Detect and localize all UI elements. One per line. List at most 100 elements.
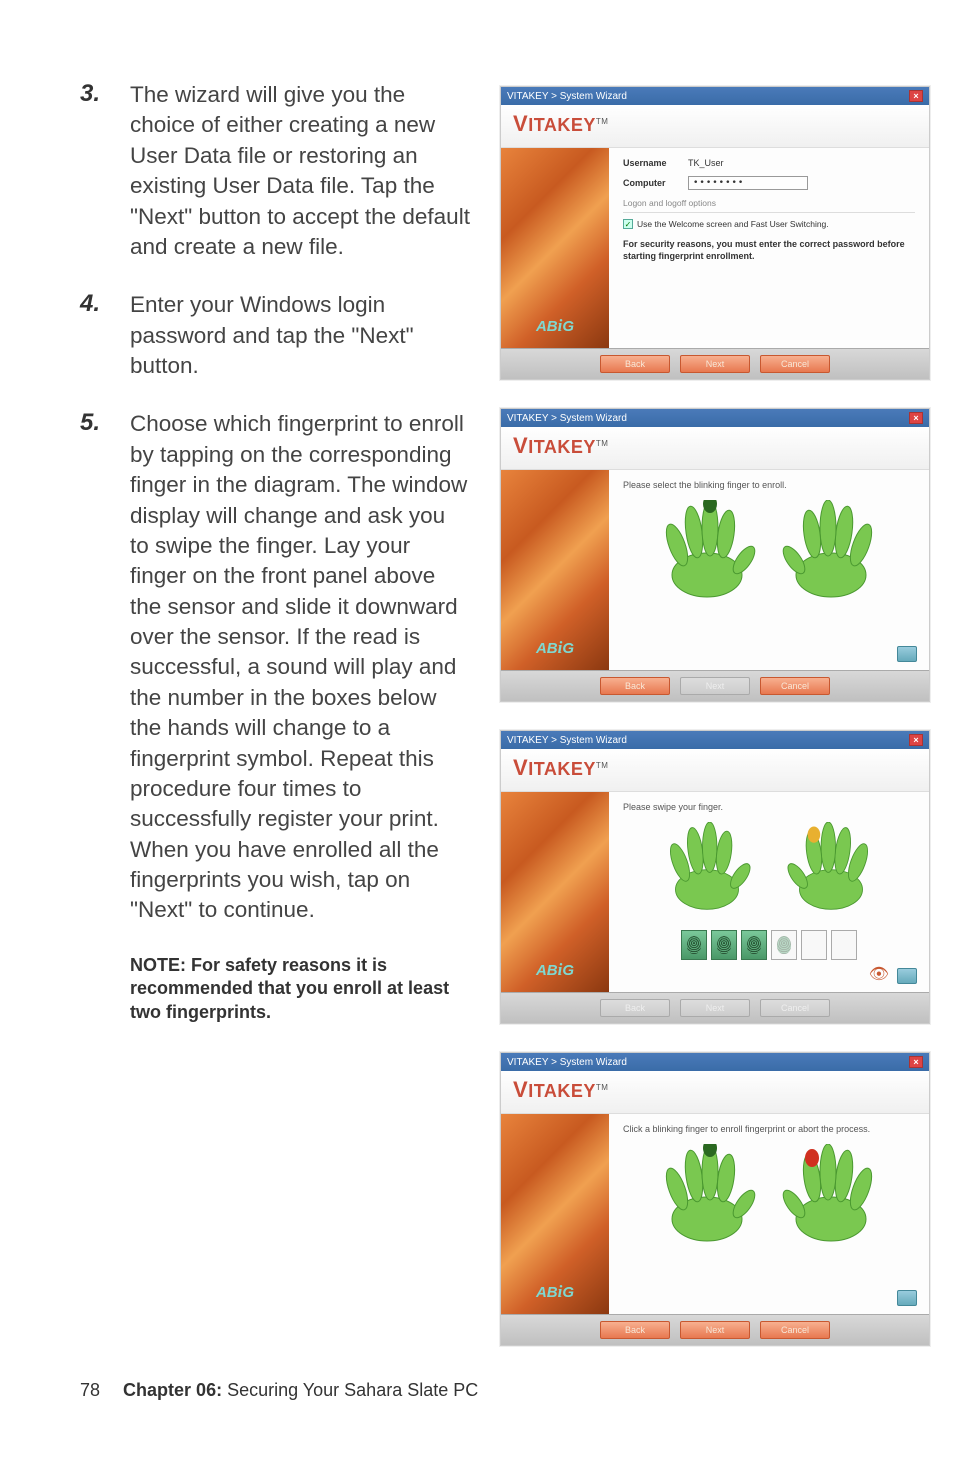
wizard-sidebar: ABiG	[501, 792, 609, 992]
wizard-main: Please select the blinking finger to enr…	[609, 470, 929, 670]
close-icon[interactable]: ×	[909, 90, 923, 102]
wizard-main: Click a blinking finger to enroll finger…	[609, 1114, 929, 1314]
checkbox-icon[interactable]: ✓	[623, 219, 633, 229]
step-5: 5. Choose which fingerprint to enroll by…	[80, 409, 470, 925]
back-button[interactable]: Back	[600, 355, 670, 373]
abig-logo: ABiG	[536, 960, 574, 980]
vitakey-logo: VITAKEYTM	[513, 437, 608, 457]
swipe-box-filled	[681, 930, 707, 960]
page-content: 3. The wizard will give you the choice o…	[80, 80, 874, 1346]
close-icon[interactable]: ×	[909, 1056, 923, 1068]
instruction-text: Please swipe your finger.	[623, 802, 915, 812]
close-icon[interactable]: ×	[909, 734, 923, 746]
wizard-header: VITAKEYTM	[501, 749, 929, 792]
fingerprint-icon	[777, 936, 791, 954]
wizard-title-text: VITAKEY > System Wizard	[507, 1057, 627, 1068]
abig-logo: ABiG	[536, 1282, 574, 1302]
instruction-text: Please select the blinking finger to enr…	[623, 480, 915, 490]
username-value: TK_User	[688, 158, 724, 168]
right-hand-icon[interactable]	[776, 822, 886, 912]
wizard-footer: Back Next Cancel	[501, 670, 929, 701]
right-hand-icon[interactable]	[776, 500, 886, 600]
wizard-sidebar: ABiG	[501, 148, 609, 348]
wizard-header: VITAKEYTM	[501, 105, 929, 148]
next-button[interactable]: Next	[680, 1321, 750, 1339]
swipe-box-empty	[801, 930, 827, 960]
wizard-footer: Back Next Cancel	[501, 992, 929, 1023]
wizard-titlebar: VITAKEY > System Wizard ×	[501, 409, 929, 427]
wizard-sidebar: ABiG	[501, 1114, 609, 1314]
hands-diagram[interactable]	[623, 822, 915, 912]
next-button[interactable]: Next	[680, 999, 750, 1017]
wizard-body: ABiG Please swipe your finger.	[501, 792, 929, 992]
cancel-button[interactable]: Cancel	[760, 677, 830, 695]
wizard-main: Username TK_User Computer •••••••• Logon…	[609, 148, 929, 348]
screenshots-column: VITAKEY > System Wizard × VITAKEYTM ABiG…	[500, 80, 930, 1346]
right-hand-icon[interactable]	[776, 1144, 886, 1244]
back-button[interactable]: Back	[600, 999, 670, 1017]
next-button[interactable]: Next	[680, 677, 750, 695]
left-hand-icon[interactable]	[652, 1144, 762, 1244]
wizard-header: VITAKEYTM	[501, 1071, 929, 1114]
page-number: 78	[80, 1380, 100, 1400]
close-icon[interactable]: ×	[909, 412, 923, 424]
options-legend: Logon and logoff options	[623, 198, 915, 208]
back-button[interactable]: Back	[600, 1321, 670, 1339]
chapter-label: Chapter 06:	[123, 1380, 222, 1400]
password-input[interactable]: ••••••••	[688, 176, 808, 190]
wizard-screenshot-select-finger: VITAKEY > System Wizard × VITAKEYTM ABiG…	[500, 408, 930, 702]
fingerprint-icon	[687, 936, 701, 954]
step-text: The wizard will give you the choice of e…	[130, 80, 470, 262]
wizard-footer: Back Next Cancel	[501, 1314, 929, 1345]
cancel-button[interactable]: Cancel	[760, 999, 830, 1017]
left-hand-icon[interactable]	[652, 500, 762, 600]
wizard-title-text: VITAKEY > System Wizard	[507, 413, 627, 424]
eye-icon[interactable]: 👁	[869, 964, 889, 984]
welcome-checkbox-row[interactable]: ✓ Use the Welcome screen and Fast User S…	[623, 219, 915, 229]
vitakey-logo: VITAKEYTM	[513, 1081, 608, 1101]
instruction-column: 3. The wizard will give you the choice o…	[80, 80, 470, 1346]
hands-diagram[interactable]	[623, 1144, 915, 1244]
hands-diagram[interactable]	[623, 500, 915, 600]
wizard-screenshot-swipe: VITAKEY > System Wizard × VITAKEYTM ABiG…	[500, 730, 930, 1024]
swipe-box-filled	[711, 930, 737, 960]
computer-label: Computer	[623, 178, 688, 188]
wizard-titlebar: VITAKEY > System Wizard ×	[501, 87, 929, 105]
cancel-button[interactable]: Cancel	[760, 1321, 830, 1339]
step-number: 5.	[80, 409, 130, 925]
left-hand-icon[interactable]	[652, 822, 762, 912]
step-number: 4.	[80, 290, 130, 381]
next-button[interactable]: Next	[680, 355, 750, 373]
keyboard-icon[interactable]	[897, 968, 917, 984]
active-finger-highlight	[808, 827, 821, 843]
wizard-header: VITAKEYTM	[501, 427, 929, 470]
step-text: Choose which fingerprint to enroll by ta…	[130, 409, 470, 925]
divider	[623, 212, 915, 213]
enrolled-finger-highlight	[805, 1149, 819, 1167]
step-text: Enter your Windows login password and ta…	[130, 290, 470, 381]
cancel-button[interactable]: Cancel	[760, 355, 830, 373]
swipe-box-filled	[741, 930, 767, 960]
wizard-screenshot-enrolled: VITAKEY > System Wizard × VITAKEYTM ABiG…	[500, 1052, 930, 1346]
step-4: 4. Enter your Windows login password and…	[80, 290, 470, 381]
username-label: Username	[623, 158, 688, 168]
wizard-title-text: VITAKEY > System Wizard	[507, 735, 627, 746]
wizard-footer: Back Next Cancel	[501, 348, 929, 379]
swipe-progress-boxes	[623, 930, 915, 960]
swipe-box-partial	[771, 930, 797, 960]
abig-logo: ABiG	[536, 638, 574, 658]
page-footer: 78 Chapter 06: Securing Your Sahara Slat…	[80, 1380, 478, 1401]
wizard-sidebar: ABiG	[501, 470, 609, 670]
wizard-title-text: VITAKEY > System Wizard	[507, 91, 627, 102]
fingerprint-icon	[747, 936, 761, 954]
back-button[interactable]: Back	[600, 677, 670, 695]
vitakey-logo: VITAKEYTM	[513, 759, 608, 779]
swipe-box-empty	[831, 930, 857, 960]
step-3: 3. The wizard will give you the choice o…	[80, 80, 470, 262]
vitakey-logo: VITAKEYTM	[513, 115, 608, 135]
keyboard-icon[interactable]	[897, 646, 917, 662]
abig-logo: ABiG	[536, 316, 574, 336]
instruction-text: Click a blinking finger to enroll finger…	[623, 1124, 915, 1134]
keyboard-icon[interactable]	[897, 1290, 917, 1306]
security-message: For security reasons, you must enter the…	[623, 239, 915, 262]
